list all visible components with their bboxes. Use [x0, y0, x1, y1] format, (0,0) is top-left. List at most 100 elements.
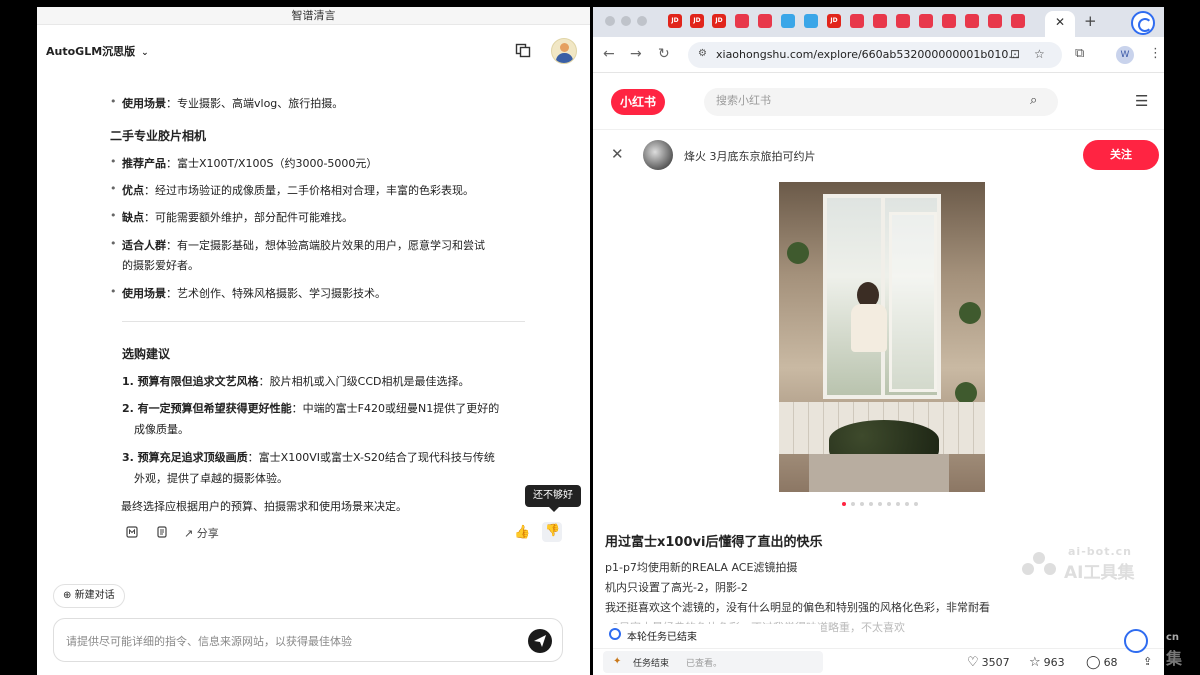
advice-item-1: 1. 预算有限但追求文艺风格：胶片相机或入门级CCD相机是最佳选择。: [122, 375, 470, 388]
carousel-dot[interactable]: [869, 502, 873, 506]
carousel-dot[interactable]: [905, 502, 909, 506]
carousel-dot[interactable]: [914, 502, 918, 506]
profile-avatar[interactable]: W: [1116, 46, 1134, 64]
tab-pinned-16[interactable]: [1011, 14, 1025, 28]
reload-icon[interactable]: ↻: [658, 46, 670, 62]
bookmark-star-icon[interactable]: ☆: [1034, 47, 1045, 61]
audience-line-cont: 的摄影爱好者。: [122, 259, 199, 272]
tab-bilibili-2[interactable]: [804, 14, 818, 28]
user-avatar[interactable]: [551, 38, 577, 64]
copy-markdown-icon[interactable]: [126, 526, 138, 538]
tab-jd-1[interactable]: JD: [668, 14, 682, 28]
tab-pinned-12[interactable]: [919, 14, 933, 28]
forward-icon[interactable]: →: [630, 46, 642, 62]
usage-line-1: 使用场景：专业摄影、高端vlog、旅行拍摄。: [110, 95, 343, 111]
model-selector[interactable]: AutoGLM沉思版 ⌄: [46, 43, 149, 59]
author-name[interactable]: 烽火 3月底东京旅拍可约片: [684, 148, 816, 164]
follow-button[interactable]: 关注: [1083, 140, 1159, 170]
thumbs-up-icon[interactable]: 👍: [514, 525, 530, 540]
share-icon: ↗: [184, 527, 194, 540]
cons-line: 缺点：可能需要额外维护，部分配件可能难找。: [110, 209, 353, 225]
thumbs-down-icon: 👎: [545, 523, 560, 537]
new-tab-icon[interactable]: +: [1084, 12, 1097, 30]
tab-pinned-9[interactable]: [850, 14, 864, 28]
task-end-banner: 本轮任务已结束: [601, 624, 821, 646]
floating-assistant-icon[interactable]: [1124, 629, 1148, 653]
chat-input[interactable]: [66, 631, 506, 651]
tab-pinned-5[interactable]: [758, 14, 772, 28]
watermark-side-1: cn: [1166, 632, 1180, 643]
like-button[interactable]: ♡ 3507: [967, 655, 1010, 670]
site-info-icon[interactable]: ⚙: [698, 48, 707, 59]
tab-pinned-4[interactable]: [735, 14, 749, 28]
active-tab[interactable]: ✕: [1045, 11, 1075, 37]
advice-item-2: 2. 有一定预算但希望获得更好性能：中端的富士F420或纽曼N1提供了更好的: [122, 402, 500, 415]
xhs-search-input[interactable]: [716, 94, 1016, 107]
screen: 智谱清言 AutoGLM沉思版⌄ 使用场景：专业摄影、高端vlog、旅行拍摄。 …: [0, 0, 1200, 675]
final-summary: 最终选择应根据用户的预算、拍摄需求和使用场景来决定。: [121, 500, 407, 513]
carousel-dot[interactable]: [842, 502, 846, 506]
more-menu-icon[interactable]: ⋮: [1149, 46, 1162, 61]
assistant-extension-icon[interactable]: [1131, 11, 1155, 35]
note-line-3: 我还挺喜欢这个滤镜的，没有什么明显的偏色和特别强的风格化色彩，非常耐看: [605, 601, 990, 614]
window-close-dot[interactable]: [605, 16, 615, 26]
tab-pinned-10[interactable]: [873, 14, 887, 28]
tab-pinned-15[interactable]: [988, 14, 1002, 28]
browser-toolbar: ← → ↻ ⚙ xiaohongshu.com/explore/660ab532…: [593, 37, 1164, 73]
back-icon[interactable]: ←: [603, 46, 615, 62]
address-bar[interactable]: ⚙ xiaohongshu.com/explore/660ab532000000…: [688, 42, 1062, 68]
task-status-label: 任务结束: [633, 659, 670, 669]
thumbs-down-button[interactable]: 👎: [542, 522, 562, 542]
carousel-dot[interactable]: [896, 502, 900, 506]
usage-line-2: 使用场景：艺术创作、特殊风格摄影、学习摄影技术。: [110, 285, 386, 301]
tab-pinned-14[interactable]: [965, 14, 979, 28]
split-window-icon[interactable]: [515, 42, 531, 58]
xhs-search-box: ⌕: [704, 88, 1058, 116]
advice-title: 选购建议: [122, 347, 171, 361]
window-title: 智谱清言: [37, 7, 590, 25]
send-icon: [534, 635, 546, 647]
tab-pinned-13[interactable]: [942, 14, 956, 28]
close-tab-icon[interactable]: ✕: [1055, 15, 1065, 29]
collect-button[interactable]: ☆ 963: [1029, 655, 1065, 670]
task-status-sub: 已查看。: [686, 659, 723, 669]
engagement-bar: ✦ 任务结束 已查看。 ♡ 3507 ☆ 963 ◯ 68 ⇪: [593, 648, 1164, 675]
carousel-dot[interactable]: [887, 502, 891, 506]
note-line-2: 机内只设置了高光-2，阴影-2: [605, 581, 748, 594]
carousel-dot[interactable]: [851, 502, 855, 506]
tab-bilibili-1[interactable]: [781, 14, 795, 28]
comment-button[interactable]: ◯ 68: [1086, 655, 1118, 670]
send-button[interactable]: [528, 629, 552, 653]
install-app-icon[interactable]: ⊡: [1010, 47, 1020, 61]
window-maximize-dot[interactable]: [637, 16, 647, 26]
hamburger-menu-icon[interactable]: ☰: [1135, 92, 1148, 110]
note-photo[interactable]: [779, 182, 985, 492]
task-status-chip[interactable]: ✦ 任务结束 已查看。: [603, 651, 823, 673]
tab-pinned-11[interactable]: [896, 14, 910, 28]
search-icon[interactable]: ⌕: [1030, 93, 1037, 108]
plus-circle-icon: ⊕: [63, 590, 72, 601]
share-button[interactable]: ↗ 分享: [184, 525, 219, 541]
chat-header: AutoGLM沉思版 ⌄: [37, 33, 590, 69]
photo-planter: [809, 454, 949, 492]
author-avatar[interactable]: [643, 140, 673, 170]
tab-jd-2[interactable]: JD: [690, 14, 704, 28]
new-chat-button[interactable]: ⊕ 新建对话: [53, 584, 125, 608]
audience-line: 适合人群：有一定摄影基础，想体验高端胶片效果的用户，愿意学习和尝试: [110, 237, 485, 253]
carousel-dot[interactable]: [860, 502, 864, 506]
extensions-icon[interactable]: ⧉: [1075, 46, 1084, 61]
pros-line: 优点：经过市场验证的成像质量，二手价格相对合理，丰富的色彩表现。: [110, 182, 474, 198]
carousel-dot[interactable]: [878, 502, 882, 506]
tab-jd-3[interactable]: JD: [712, 14, 726, 28]
xhs-logo[interactable]: 小红书: [611, 89, 665, 115]
photo-subject: [849, 282, 887, 352]
window-minimize-dot[interactable]: [621, 16, 631, 26]
model-name: AutoGLM沉思版: [46, 45, 136, 58]
divider: [122, 321, 525, 322]
copy-text-icon[interactable]: [156, 526, 168, 538]
close-note-icon[interactable]: ✕: [611, 145, 624, 163]
star-icon: ☆: [1029, 655, 1041, 670]
comment-icon: ◯: [1086, 655, 1101, 670]
tab-jd-4[interactable]: JD: [827, 14, 841, 28]
share-note-icon[interactable]: ⇪: [1143, 655, 1152, 668]
